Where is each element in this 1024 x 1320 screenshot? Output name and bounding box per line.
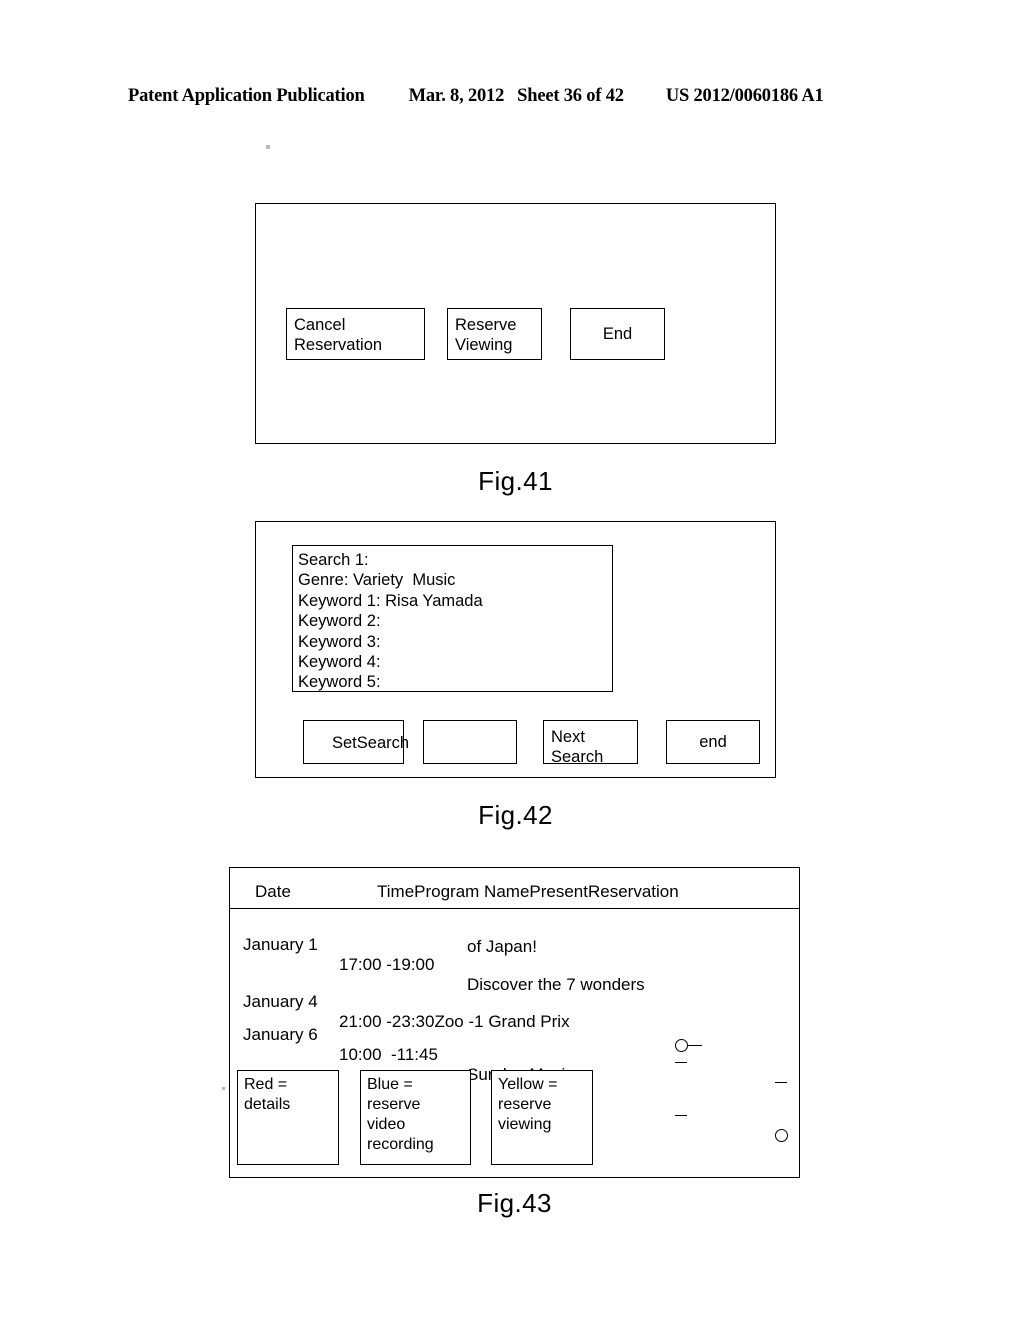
table-cell-reservation-symbol bbox=[747, 1105, 789, 1165]
page-header-document-number: US 2012/0060186 A1 bbox=[665, 86, 824, 106]
table-header-columns: TimeProgram NamePresentReservation bbox=[377, 882, 679, 901]
table-cell-program-line2: of Japan! bbox=[467, 937, 537, 956]
table-cell-date: January 1 bbox=[243, 935, 318, 954]
scan-speck bbox=[222, 1087, 225, 1090]
scan-speck bbox=[266, 145, 270, 149]
search-line-keyword-2: Keyword 2: bbox=[298, 612, 381, 631]
page-header-publication: Patent Application Publication bbox=[128, 86, 365, 106]
table-cell-date: January 6 bbox=[243, 1025, 318, 1044]
search-line-genre: Genre: Variety Music bbox=[298, 571, 456, 590]
set-search-button[interactable]: SetSearch bbox=[303, 720, 409, 764]
next-search-button[interactable]: Next Search bbox=[543, 720, 638, 766]
circle-icon bbox=[775, 1129, 789, 1143]
legend-yellow-reserve-viewing: Yellow = reserve viewing bbox=[491, 1070, 593, 1165]
fig42-caption: Fig.42 bbox=[478, 800, 553, 830]
search-line-keyword-3: Keyword 3: bbox=[298, 632, 381, 651]
table-header-row: Date TimeProgram NamePresentReservation bbox=[229, 879, 800, 906]
table-header-date: Date bbox=[255, 882, 291, 901]
end-button[interactable]: End bbox=[570, 308, 665, 360]
legend-red-details: Red = details bbox=[237, 1070, 339, 1165]
page-header-date: Mar. 8, 2012 bbox=[408, 86, 505, 106]
table-cell-present-symbol bbox=[647, 1085, 688, 1145]
fig41-caption: Fig.41 bbox=[478, 466, 553, 496]
table-cell-time: 10:00 -11:45 bbox=[339, 1045, 438, 1064]
fig43-caption: Fig.43 bbox=[477, 1188, 552, 1218]
search-line-keyword-1: Keyword 1: Risa Yamada bbox=[298, 591, 483, 610]
cancel-reservation-button[interactable]: Cancel Reservation bbox=[286, 308, 425, 360]
set-search-button-label: SetSearch bbox=[332, 734, 410, 752]
end-button[interactable]: end bbox=[666, 720, 760, 764]
dash-icon bbox=[675, 1115, 688, 1117]
table-header-divider bbox=[230, 908, 799, 909]
page-header: Patent Application Publication Mar. 8, 2… bbox=[128, 86, 896, 112]
search-line-keyword-5: Keyword 5: bbox=[298, 673, 381, 692]
search-line-title: Search 1: bbox=[298, 551, 369, 569]
blank-button[interactable] bbox=[423, 720, 517, 764]
search-conditions-panel: Search 1: Genre: Variety Music Keyword 1… bbox=[292, 545, 613, 692]
reserve-viewing-button[interactable]: Reserve Viewing bbox=[447, 308, 542, 360]
page-header-sheet: Sheet 36 of 42 bbox=[517, 86, 624, 106]
search-line-keyword-4: Keyword 4: bbox=[298, 653, 381, 672]
legend-blue-reserve-video-recording: Blue = reserve video recording bbox=[360, 1070, 471, 1165]
